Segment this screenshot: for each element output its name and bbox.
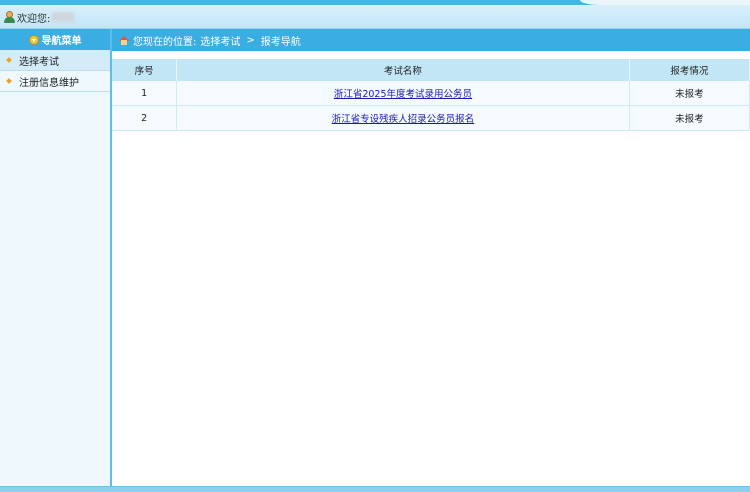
bullet-icon	[6, 78, 12, 84]
header-status: 报考情况	[629, 59, 750, 81]
header-bar: 欢迎您:	[0, 5, 750, 29]
user-icon	[4, 11, 15, 23]
sidebar: 导航菜单 选择考试 注册信息维护	[0, 29, 112, 486]
sidebar-item-registration-info[interactable]: 注册信息维护	[0, 71, 110, 92]
exam-link[interactable]: 浙江省专设残疾人招录公务员报名	[332, 114, 475, 125]
bottom-bar	[0, 486, 750, 492]
row-number: 1	[112, 81, 178, 106]
breadcrumb-level2: 报考导航	[260, 36, 301, 48]
header-exam-name: 考试名称	[176, 59, 630, 81]
header-number: 序号	[112, 59, 178, 81]
bullet-icon	[6, 57, 12, 63]
breadcrumb: 您现在的位置: 选择考试 > 报考导航	[112, 29, 750, 51]
row-exam-name: 浙江省专设残疾人招录公务员报名	[176, 105, 630, 131]
main-content: 您现在的位置: 选择考试 > 报考导航 序号 考试名称 报考情况 1 浙江省20…	[112, 29, 750, 486]
sidebar-item-label: 注册信息维护	[19, 77, 79, 89]
table-header-row: 序号 考试名称 报考情况	[112, 59, 750, 81]
welcome-label: 欢迎您:	[17, 13, 51, 25]
table-row: 1 浙江省2025年度考试录用公务员 未报考	[112, 81, 750, 106]
exam-link[interactable]: 浙江省2025年度考试录用公务员	[334, 89, 472, 100]
breadcrumb-level1: 选择考试	[200, 36, 241, 48]
row-status: 未报考	[629, 81, 750, 106]
sidebar-title: 导航菜单	[0, 29, 110, 50]
welcome-area: 欢迎您:	[4, 10, 75, 25]
home-icon	[119, 35, 129, 45]
sidebar-title-label: 导航菜单	[41, 36, 82, 47]
row-status: 未报考	[629, 105, 750, 131]
username-redacted	[52, 12, 75, 22]
exam-table: 序号 考试名称 报考情况 1 浙江省2025年度考试录用公务员 未报考 2 浙江…	[112, 59, 750, 131]
chevron-down-circle-icon	[28, 34, 39, 45]
row-exam-name: 浙江省2025年度考试录用公务员	[176, 81, 630, 106]
table-row: 2 浙江省专设残疾人招录公务员报名 未报考	[112, 105, 750, 131]
sidebar-item-select-exam[interactable]: 选择考试	[0, 50, 110, 71]
sidebar-item-label: 选择考试	[19, 56, 59, 68]
breadcrumb-separator: >	[246, 34, 255, 46]
row-number: 2	[112, 105, 178, 131]
breadcrumb-prefix: 您现在的位置:	[133, 36, 197, 48]
